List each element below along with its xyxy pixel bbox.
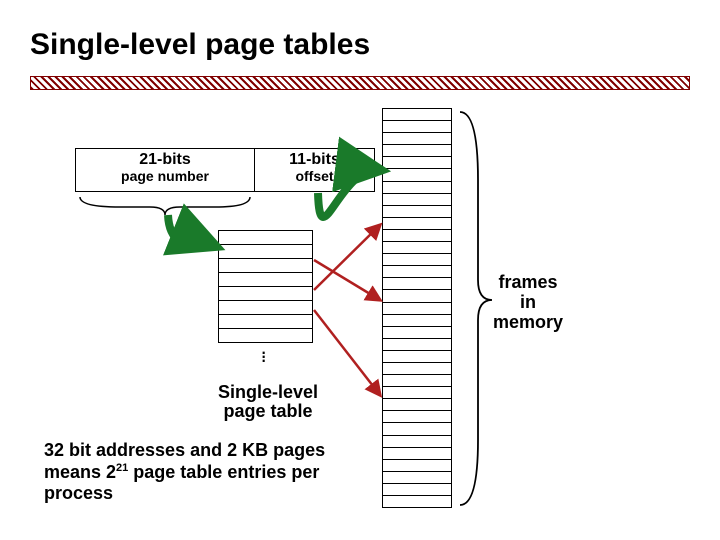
page-table-row xyxy=(219,287,312,301)
memory-frame-row xyxy=(383,182,451,194)
memory-frame-row xyxy=(383,339,451,351)
memory-frame-row xyxy=(383,290,451,302)
page-table-row xyxy=(219,231,312,245)
memory-frame-row xyxy=(383,254,451,266)
memory-frame-row xyxy=(383,484,451,496)
memory-frame-row xyxy=(383,109,451,121)
memory-frame-row xyxy=(383,278,451,290)
memory-frame-row xyxy=(383,375,451,387)
arrow-pte-to-frame-2 xyxy=(314,225,380,290)
memory-label-line1: frames xyxy=(498,272,557,292)
page-table-row xyxy=(219,315,312,329)
memory-frame-row xyxy=(383,315,451,327)
caption-text: 32 bit addresses and 2 KB pages means 22… xyxy=(44,440,384,505)
memory-frame-row xyxy=(383,496,451,508)
caption-exponent: 21 xyxy=(116,462,128,474)
page-table xyxy=(218,230,313,343)
memory-frame-row xyxy=(383,145,451,157)
memory-frame-row xyxy=(383,327,451,339)
memory-frame-row xyxy=(383,472,451,484)
memory-frames-label: frames in memory xyxy=(488,273,568,332)
arrow-pagenum-to-pagetable xyxy=(168,215,215,246)
page-bits-sublabel: page number xyxy=(76,169,254,184)
page-table-row xyxy=(219,301,312,315)
memory-frame-row xyxy=(383,206,451,218)
memory-frame-row xyxy=(383,363,451,375)
memory-frames-column xyxy=(382,108,452,508)
address-split-box: 21-bits page number 11-bits offset xyxy=(75,148,375,192)
title-underline xyxy=(30,76,690,90)
offset-bits-label: 11-bits xyxy=(289,151,340,168)
memory-frame-row xyxy=(383,218,451,230)
memory-label-line3: memory xyxy=(493,312,563,332)
memory-frame-row xyxy=(383,399,451,411)
page-table-label-line2: page table xyxy=(223,401,312,421)
memory-frame-row xyxy=(383,351,451,363)
memory-frame-row xyxy=(383,448,451,460)
memory-frame-row xyxy=(383,266,451,278)
memory-frame-row xyxy=(383,436,451,448)
offset-bits-sublabel: offset xyxy=(255,169,374,184)
page-number-cell: 21-bits page number xyxy=(75,148,255,192)
memory-frame-row xyxy=(383,194,451,206)
memory-frame-row xyxy=(383,303,451,315)
memory-frame-row xyxy=(383,460,451,472)
memory-frame-row xyxy=(383,169,451,181)
memory-frame-row xyxy=(383,230,451,242)
page-bits-label: 21-bits xyxy=(139,151,191,168)
page-table-row xyxy=(219,273,312,287)
page-number-brace xyxy=(80,197,250,215)
memory-frame-row xyxy=(383,387,451,399)
page-table-label: Single-level page table xyxy=(198,383,338,421)
page-table-ellipsis: ··· xyxy=(260,350,267,362)
page-table-row xyxy=(219,245,312,259)
memory-frame-row xyxy=(383,133,451,145)
memory-label-line2: in xyxy=(520,292,536,312)
page-table-label-line1: Single-level xyxy=(218,382,318,402)
page-table-row xyxy=(219,259,312,273)
memory-frame-row xyxy=(383,411,451,423)
arrow-pte-to-frame-1 xyxy=(314,260,380,300)
offset-cell: 11-bits offset xyxy=(255,148,375,192)
memory-frame-row xyxy=(383,423,451,435)
memory-frame-row xyxy=(383,121,451,133)
slide-title: Single-level page tables xyxy=(30,28,370,62)
memory-frame-row xyxy=(383,242,451,254)
memory-frame-row xyxy=(383,157,451,169)
